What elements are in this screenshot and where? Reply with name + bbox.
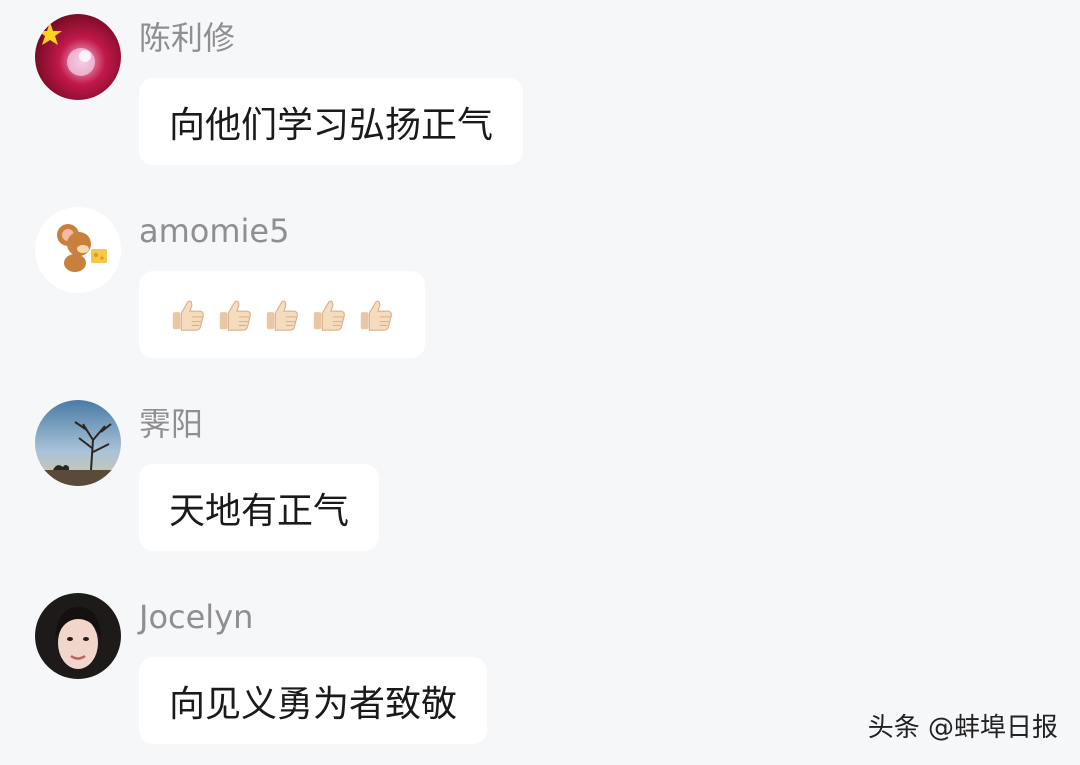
comment-text: 向他们学习弘扬正气 [169,104,494,146]
username[interactable]: Jocelyn [139,597,253,637]
comment-bubble [139,271,425,358]
user-avatar[interactable] [35,400,121,486]
comment-bubble: 天地有正气 [139,464,380,551]
tree-sky-avatar [35,400,121,486]
woman-portrait-avatar [35,593,121,679]
username[interactable]: 陈利修 [139,18,235,58]
username[interactable]: amomie5 [139,211,289,251]
thumbs-up-icon [313,300,345,331]
user-avatar[interactable] [35,14,121,100]
red-flag-star-avatar [35,14,121,100]
user-avatar[interactable] [35,593,121,679]
watermark: 头条 @蚌埠日报 [867,713,1058,743]
thumbs-up-icon [266,300,298,331]
thumbs-up-icon [172,300,204,331]
comment-bubble: 向他们学习弘扬正气 [139,78,524,165]
comment-bubble: 向见义勇为者致敬 [139,657,488,744]
comment-text: 向见义勇为者致敬 [169,683,458,725]
comment-text: 天地有正气 [169,490,350,532]
cartoon-mouse-avatar [35,207,121,293]
thumbs-up-row [169,296,395,334]
user-avatar[interactable] [35,207,121,293]
thumbs-up-icon [219,300,251,331]
username[interactable]: 霁阳 [139,404,203,444]
thumbs-up-icon [360,300,392,331]
